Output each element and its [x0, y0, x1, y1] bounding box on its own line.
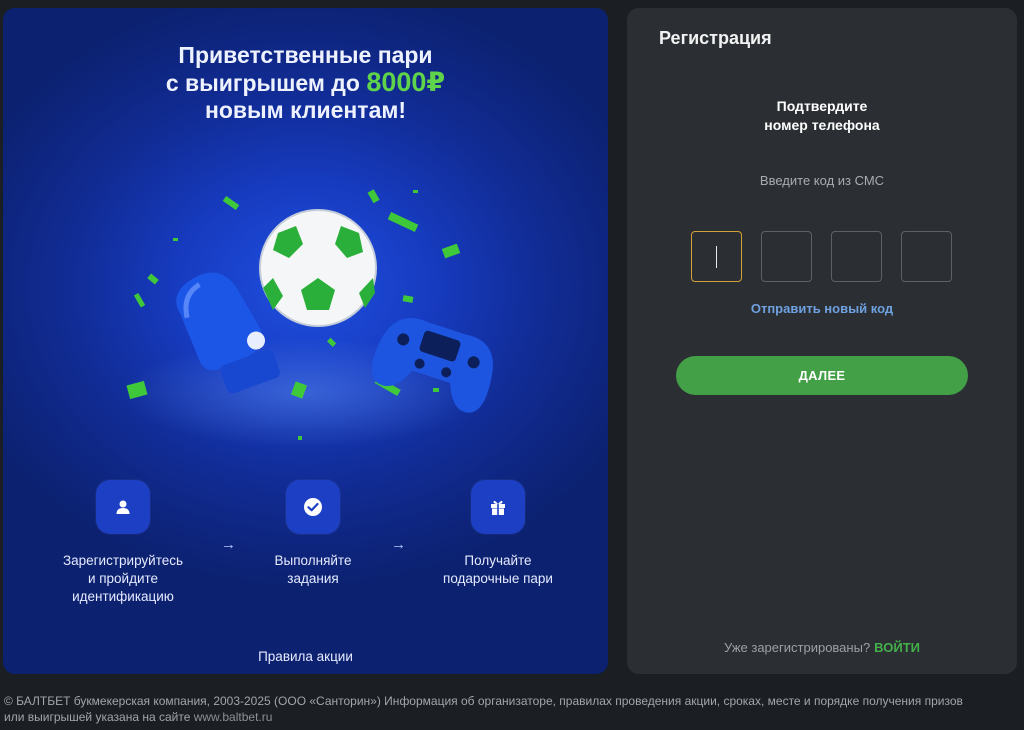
next-button[interactable]: ДАЛЕЕ [676, 356, 968, 395]
resend-code-link[interactable]: Отправить новый код [627, 301, 1017, 316]
arrow-icon: → [391, 536, 406, 553]
footer-disclaimer: © БАЛТБЕТ букмекерская компания, 2003-20… [4, 693, 1020, 725]
step-register-line1: Зарегистрируйтесь [62, 553, 184, 568]
promo-title-line2: с выигрышем до 8000₽ [3, 69, 608, 97]
rules-link[interactable]: Правила акции [3, 649, 608, 664]
step-register: Зарегистрируйтесь и пройдите идентификац… [48, 480, 198, 606]
promo-illustration [126, 189, 493, 440]
promo-panel: Приветственные пари с выигрышем до 8000₽… [3, 8, 608, 674]
steps: Зарегистрируйтесь и пройдите идентификац… [3, 480, 608, 610]
confirm-line1: Подтвердите [776, 98, 868, 114]
sms-code-inputs [691, 231, 953, 282]
step-tasks-line1: Выполняйте [274, 553, 352, 568]
code-digit-4-input[interactable] [901, 231, 952, 282]
login-link[interactable]: ВОЙТИ [874, 640, 920, 655]
promo-title: Приветственные пари с выигрышем до 8000₽… [3, 42, 608, 124]
already-registered-text: Уже зарегистрированы? [724, 640, 871, 655]
promo-title-line3: новым клиентам! [204, 97, 407, 123]
code-digit-2-input[interactable] [761, 231, 812, 282]
user-icon [96, 480, 150, 534]
promo-title-line1: Приветственные пари [178, 42, 433, 68]
check-circle-icon [286, 480, 340, 534]
footer-line1: © БАЛТБЕТ букмекерская компания, 2003-20… [4, 694, 963, 708]
registration-title: Регистрация [659, 28, 772, 48]
footer-line2: или выигрышей указана на сайте www.baltb… [4, 709, 1020, 725]
step-gifts-text: Получайте подарочные пари [423, 552, 573, 588]
promo-title-prefix: с выигрышем до [165, 70, 367, 96]
step-tasks-line2: задания [287, 571, 339, 586]
confirm-line2: номер телефона [764, 117, 880, 133]
code-digit-3-input[interactable] [831, 231, 882, 282]
code-digit-1-input[interactable] [691, 231, 742, 282]
step-register-text: Зарегистрируйтесь и пройдите идентификац… [48, 552, 198, 606]
soccer-ball [259, 209, 377, 327]
registration-panel: Регистрация Подтвердите номер телефона В… [627, 8, 1017, 674]
text-caret [715, 245, 718, 268]
confirm-phone-heading: Подтвердите номер телефона [627, 97, 1017, 135]
step-gifts: Получайте подарочные пари [423, 480, 573, 588]
login-row: Уже зарегистрированы? ВОЙТИ [627, 640, 1017, 655]
step-gifts-line2: подарочные пари [443, 571, 553, 586]
step-gifts-line1: Получайте [464, 553, 532, 568]
arrow-icon: → [221, 536, 236, 553]
step-tasks-text: Выполняйте задания [238, 552, 388, 588]
sms-code-hint: Введите код из СМС [759, 173, 885, 188]
step-register-line2: и пройдите [87, 571, 159, 586]
step-tasks: Выполняйте задания [238, 480, 388, 588]
gift-icon [471, 480, 525, 534]
footer-site-link[interactable]: www.baltbet.ru [194, 710, 273, 724]
step-register-line3: идентификацию [72, 589, 174, 604]
gamepad [371, 318, 493, 413]
promo-amount: 8000₽ [366, 67, 446, 97]
footer-line2-text: или выигрышей указана на сайте [4, 710, 194, 724]
